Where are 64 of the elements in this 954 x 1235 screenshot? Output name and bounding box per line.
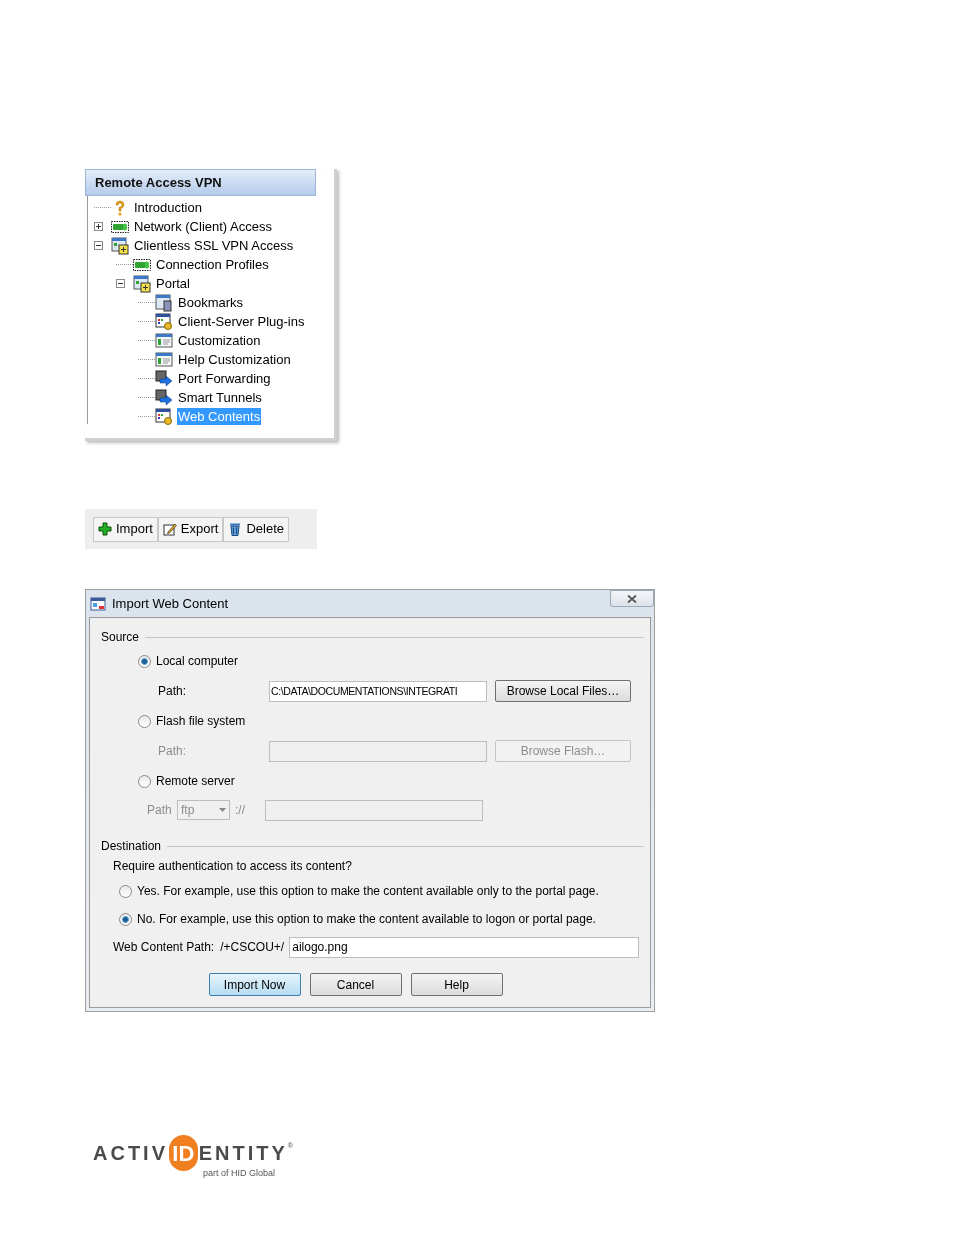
radio-label: Remote server: [156, 773, 235, 790]
forward-arrow-icon: [155, 369, 173, 388]
toolbar-button[interactable]: Export: [157, 516, 224, 542]
dialog-button[interactable]: Import Now: [208, 973, 301, 996]
tree-item[interactable]: Client-Server Plug-ins: [177, 313, 306, 330]
radio-button[interactable]: [138, 654, 151, 668]
tree-item[interactable]: Introduction: [133, 199, 203, 216]
dialog-title: Import Web Content: [112, 594, 229, 613]
radio-label: Local computer: [156, 653, 239, 670]
tree-item[interactable]: Portal: [155, 275, 191, 292]
tree-item[interactable]: Customization: [177, 332, 262, 349]
dialog-button[interactable]: Cancel: [309, 973, 402, 996]
radio-button[interactable]: [138, 774, 151, 788]
tree-item[interactable]: Bookmarks: [177, 294, 245, 311]
radio-label: Flash file system: [156, 713, 246, 730]
section-legend: Source: [101, 628, 140, 646]
close-icon: [627, 594, 637, 603]
tree-item[interactable]: Clientless SSL VPN Access: [133, 237, 295, 254]
radio-button[interactable]: [138, 714, 151, 728]
close-button[interactable]: [610, 590, 654, 607]
path-label: Web Content Path:: [113, 939, 215, 956]
radio-button[interactable]: [119, 884, 132, 898]
toolbar-button[interactable]: Import: [93, 516, 158, 542]
browse-button[interactable]: Browse Local Files…: [495, 680, 631, 702]
radio-label: Yes. For example, use this option to make the content available only to the portal page.: [137, 883, 599, 900]
path-prefix: /+CSCOU+/: [220, 939, 285, 956]
collapse-icon[interactable]: [94, 241, 103, 250]
question-text: Require authentication to access its content?: [113, 858, 352, 875]
path-field[interactable]: [269, 740, 487, 762]
window-gear-icon: [155, 312, 173, 331]
logo-text: ACTIV: [93, 1141, 168, 1166]
tree-item[interactable]: Port Forwarding: [177, 370, 272, 387]
dialog-icon: [90, 595, 106, 612]
section-legend: Destination: [101, 837, 162, 855]
portal-icon: [133, 274, 151, 293]
trash-icon: [228, 522, 243, 536]
path-label: Path: [147, 802, 173, 819]
dropdown-arrow-icon: [219, 808, 226, 812]
logo-text: ENTITY: [198, 1141, 288, 1166]
tree-item[interactable]: Network (Client) Access: [133, 218, 273, 235]
expand-icon[interactable]: [94, 222, 103, 231]
radio-label: No. For example, use this option to make the content available to logon or portal page.: [137, 911, 596, 928]
logo-mark: ID: [169, 1135, 198, 1171]
forward-arrow-icon: [155, 388, 173, 407]
path-field[interactable]: C:\DATA\DOCUMENTATIONS\INTEGRATI: [269, 680, 487, 702]
path-label: Path:: [158, 683, 188, 700]
separator-text: ://: [235, 802, 246, 819]
tree-item[interactable]: Connection Profiles: [155, 256, 270, 273]
panel-title: Remote Access VPN: [95, 173, 222, 192]
logo-tagline: part of HID Global: [203, 1167, 277, 1180]
server-field[interactable]: [265, 799, 483, 821]
web-content-path-field[interactable]: ailogo.png: [289, 936, 640, 958]
dialog-button[interactable]: Help: [410, 973, 503, 996]
radio-button[interactable]: [119, 912, 132, 926]
toolbar-button[interactable]: Delete: [223, 516, 289, 542]
portal-icon: [111, 236, 129, 255]
collapse-icon[interactable]: [116, 279, 125, 288]
tree-item[interactable]: Smart Tunnels: [177, 389, 263, 406]
pencil-icon: [162, 522, 177, 536]
plus-icon: [98, 522, 112, 536]
path-label: Path:: [158, 743, 188, 760]
tree-item[interactable]: Help Customization: [177, 351, 292, 368]
window-gear-icon: [155, 407, 173, 426]
bookmark-page-icon: [155, 293, 173, 312]
